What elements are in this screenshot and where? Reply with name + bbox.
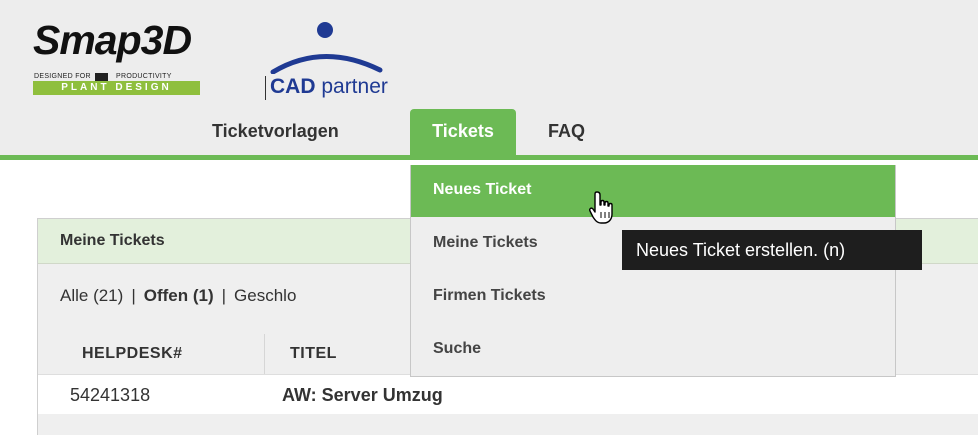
cad-partner-logo-divider: [265, 76, 266, 100]
app-header: Smap3D DESIGNED FOR PRODUCTIVITY PLANT D…: [0, 0, 978, 160]
menu-item-neues-ticket[interactable]: Neues Ticket: [411, 165, 895, 217]
nav-tickets[interactable]: Tickets: [410, 109, 516, 160]
smap3d-tagline-right: PRODUCTIVITY: [116, 73, 172, 80]
column-header-helpdesk[interactable]: HELPDESK#: [82, 334, 183, 374]
nav-ticketvorlagen[interactable]: Ticketvorlagen: [212, 109, 339, 156]
cell-ticket-title[interactable]: AW: Server Umzug: [282, 375, 443, 415]
smap3d-tagline-mark: [95, 73, 108, 81]
smap3d-logo-word: Smap3D: [33, 17, 192, 63]
smap3d-plant-design-bar: PLANT DESIGN: [33, 81, 200, 95]
table-row[interactable]: 54241318 AW: Server Umzug: [38, 374, 978, 414]
smap3d-logo[interactable]: Smap3D DESIGNED FOR PRODUCTIVITY PLANT D…: [33, 18, 203, 98]
filter-open-link[interactable]: Offen (1): [144, 286, 214, 305]
filter-all-link[interactable]: Alle (21): [60, 286, 123, 305]
menu-item-suche[interactable]: Suche: [411, 324, 895, 376]
tickets-dropdown-menu: Neues Ticket Meine Tickets Firmen Ticket…: [410, 165, 896, 377]
filter-separator: |: [221, 286, 227, 305]
cad-partner-logo-text: CAD partner: [270, 74, 388, 100]
cell-helpdesk-number: 54241318: [70, 385, 151, 405]
ticket-filter-bar: Alle (21) | Offen (1) | Geschlo: [60, 286, 296, 306]
smap3d-tagline-left: DESIGNED FOR: [34, 73, 91, 80]
column-header-titel[interactable]: TITEL: [290, 334, 337, 374]
filter-closed-link[interactable]: Geschlo: [234, 286, 296, 305]
hand-pointer-icon: [589, 191, 613, 224]
filter-separator: |: [131, 286, 136, 305]
cad-partner-logo[interactable]: CAD partner: [258, 20, 423, 105]
cad-partner-logo-arc: [270, 54, 383, 74]
menu-item-firmen-tickets[interactable]: Firmen Tickets: [411, 271, 895, 323]
tooltip: Neues Ticket erstellen. (n): [622, 230, 922, 270]
cad-partner-logo-bold: CAD: [270, 75, 316, 98]
nav-faq[interactable]: FAQ: [548, 109, 585, 156]
cad-partner-logo-rest: partner: [315, 75, 388, 98]
